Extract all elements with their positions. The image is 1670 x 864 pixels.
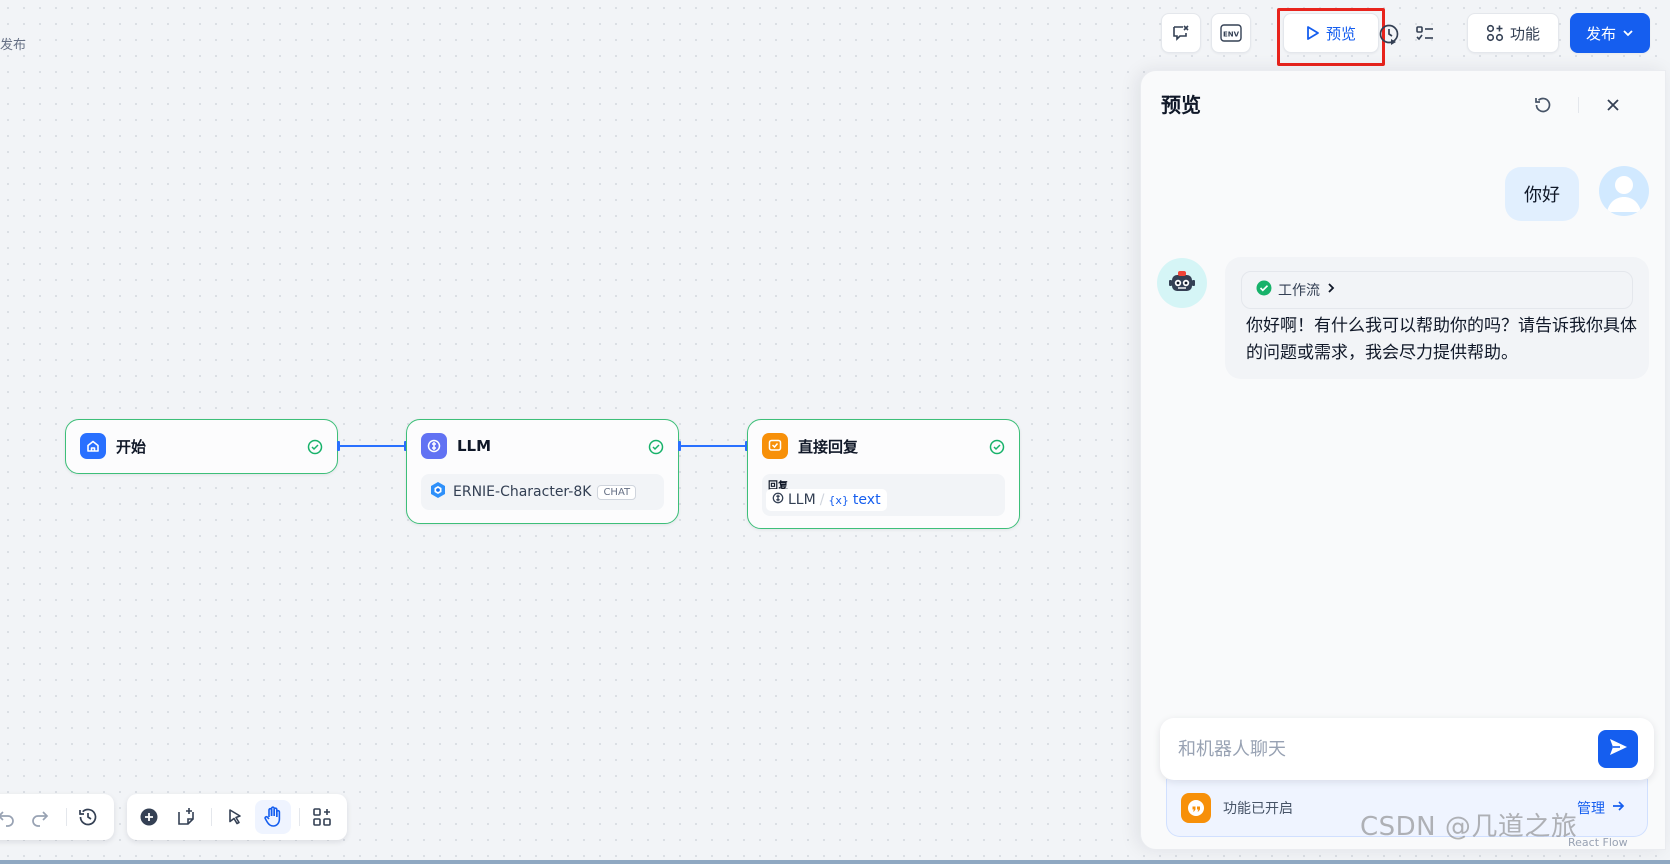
version-history-icon[interactable] bbox=[76, 805, 100, 829]
divider bbox=[211, 808, 212, 826]
edge-start-llm bbox=[338, 445, 406, 447]
divider bbox=[66, 808, 67, 826]
home-icon bbox=[80, 433, 106, 459]
window-bottom-border bbox=[0, 860, 1670, 864]
chat-x-icon bbox=[1171, 23, 1191, 43]
variable-name: text bbox=[852, 492, 881, 508]
env-icon: ENV bbox=[1220, 24, 1242, 42]
panel-title: 预览 bbox=[1161, 93, 1201, 117]
send-button[interactable] bbox=[1598, 730, 1638, 768]
features-label: 功能 bbox=[1509, 24, 1540, 43]
highlight-box bbox=[1277, 8, 1385, 66]
node-llm[interactable]: LLM ERNIE-Character-8K CHAT bbox=[406, 419, 679, 524]
bot-avatar bbox=[1157, 258, 1207, 308]
user-avatar bbox=[1599, 166, 1649, 216]
user-message: 你好 bbox=[1505, 167, 1579, 221]
ernie-model-icon bbox=[429, 481, 447, 503]
check-circle-icon bbox=[648, 439, 664, 459]
env-button[interactable]: ENV bbox=[1211, 13, 1251, 53]
edge-handle[interactable] bbox=[337, 441, 340, 451]
publish-label: 发布 bbox=[1585, 24, 1616, 43]
undo-icon[interactable] bbox=[0, 805, 18, 829]
hand-tool-icon[interactable] bbox=[255, 800, 291, 834]
watermark: CSDN @几道之旅 bbox=[1360, 812, 1578, 842]
svg-text:ENV: ENV bbox=[1223, 31, 1240, 39]
llm-small-icon bbox=[772, 492, 784, 508]
quote-icon bbox=[1181, 793, 1211, 823]
reply-content-box: 回复 LLM / {x} text bbox=[762, 474, 1005, 516]
features-button[interactable]: 功能 bbox=[1467, 13, 1559, 53]
add-note-icon[interactable] bbox=[174, 805, 198, 829]
check-circle-icon bbox=[307, 439, 323, 459]
checklist-button[interactable] bbox=[1413, 22, 1437, 46]
close-icon[interactable] bbox=[1601, 93, 1625, 117]
edge-llm-reply bbox=[679, 445, 747, 447]
feature-status-text: 功能已开启 bbox=[1223, 801, 1293, 817]
workflow-label: 工作流 bbox=[1278, 283, 1320, 299]
manage-label: 管理 bbox=[1577, 801, 1605, 817]
node-reply-title: 直接回复 bbox=[798, 437, 859, 456]
variable-chip: LLM / {x} text bbox=[766, 489, 887, 511]
workflow-status-pill[interactable]: 工作流 bbox=[1241, 271, 1633, 309]
check-circle-icon bbox=[989, 439, 1005, 459]
chevron-down-icon bbox=[1622, 27, 1634, 39]
variable-prefix: {x} bbox=[828, 493, 849, 507]
divider bbox=[1578, 97, 1579, 113]
reply-icon bbox=[762, 433, 788, 459]
refresh-icon[interactable] bbox=[1531, 93, 1555, 117]
model-tag: CHAT bbox=[597, 484, 637, 500]
organize-icon[interactable] bbox=[310, 805, 334, 829]
model-name: ERNIE-Character-8K bbox=[453, 484, 592, 500]
bot-message: 你好啊！有什么我可以帮助你的吗？请告诉我你具体的问题或需求，我会尽力提供帮助。 bbox=[1246, 316, 1637, 363]
redo-icon[interactable] bbox=[28, 805, 52, 829]
chat-input-box bbox=[1160, 718, 1654, 780]
node-llm-title: LLM bbox=[457, 437, 492, 455]
preview-panel: 预览 你好 工作流 你好啊！有什么我可以帮助你的吗？请告诉我你具体的问题或需求，… bbox=[1140, 70, 1666, 850]
history-toolbar bbox=[0, 794, 114, 840]
variable-inspect-button[interactable] bbox=[1161, 13, 1201, 53]
check-circle-filled-icon bbox=[1256, 280, 1272, 300]
features-icon bbox=[1486, 24, 1504, 42]
edge-handle[interactable] bbox=[678, 441, 681, 451]
publish-button[interactable]: 发布 bbox=[1570, 13, 1650, 53]
node-start-title: 开始 bbox=[116, 437, 147, 456]
arrow-right-icon bbox=[1611, 799, 1625, 817]
manage-link[interactable]: 管理 bbox=[1577, 798, 1625, 818]
canvas-toolbar bbox=[127, 794, 347, 840]
variable-source: LLM bbox=[788, 492, 816, 508]
bot-message-card: 工作流 你好啊！有什么我可以帮助你的吗？请告诉我你具体的问题或需求，我会尽力提供… bbox=[1225, 257, 1649, 379]
pointer-icon[interactable] bbox=[223, 805, 247, 829]
variable-separator: / bbox=[819, 492, 825, 508]
run-history-button[interactable] bbox=[1377, 22, 1401, 46]
send-icon bbox=[1608, 737, 1628, 761]
divider bbox=[299, 808, 300, 826]
node-start[interactable]: 开始 bbox=[65, 419, 338, 474]
chat-input[interactable] bbox=[1178, 734, 1578, 764]
llm-icon bbox=[421, 433, 447, 459]
model-selector[interactable]: ERNIE-Character-8K CHAT bbox=[421, 474, 664, 510]
node-reply[interactable]: 直接回复 回复 LLM / {x} text bbox=[747, 419, 1020, 529]
add-node-icon[interactable] bbox=[137, 805, 161, 829]
chevron-right-icon bbox=[1326, 282, 1336, 298]
breadcrumb[interactable]: 发布 bbox=[0, 34, 26, 53]
